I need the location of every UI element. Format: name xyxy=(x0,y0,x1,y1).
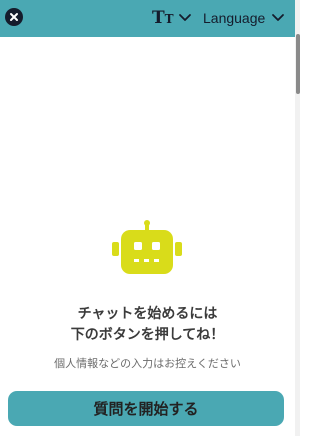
font-size-glyph-small: T xyxy=(164,11,174,26)
headline-line-2: 下のボタンを押してね！ xyxy=(70,327,225,343)
start-chat-headline: チャットを始めるには 下のボタンを押してね！ xyxy=(0,304,295,346)
headline-line-1: チャットを始めるには xyxy=(77,306,218,322)
font-size-icon: TT xyxy=(152,7,174,28)
close-icon xyxy=(10,13,18,21)
scrollbar-thumb[interactable] xyxy=(296,34,300,94)
language-selector[interactable]: Language xyxy=(203,8,285,28)
close-button[interactable] xyxy=(5,8,23,26)
scrollbar-track[interactable] xyxy=(295,0,300,436)
robot-icon xyxy=(112,220,182,274)
chevron-down-icon xyxy=(272,14,285,21)
chat-header: TT Language xyxy=(0,0,295,37)
privacy-notice: 個人情報などの入力はお控えください xyxy=(54,357,241,370)
font-size-glyph-large: T xyxy=(152,7,165,28)
font-size-button[interactable]: TT xyxy=(152,8,192,28)
language-label: Language xyxy=(203,10,266,26)
start-question-button[interactable]: 質問を開始する xyxy=(8,391,284,426)
chevron-down-icon xyxy=(178,14,191,21)
